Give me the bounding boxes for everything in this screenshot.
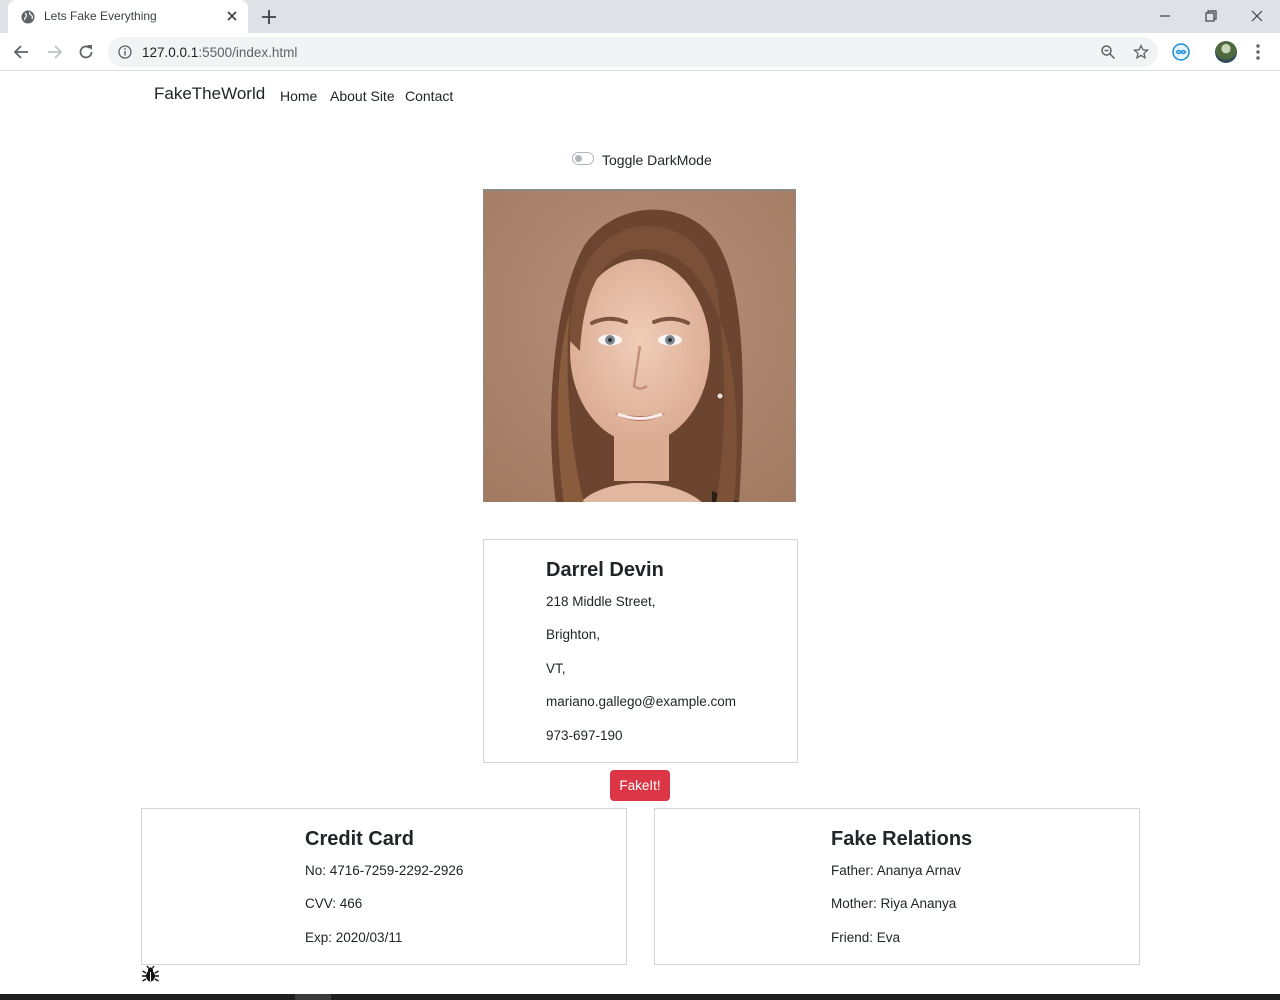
minimize-icon[interactable] <box>1155 6 1175 26</box>
nav-link-about[interactable]: About Site <box>330 88 395 104</box>
profile-street: 218 Middle Street, <box>546 594 656 609</box>
close-window-icon[interactable] <box>1247 6 1267 26</box>
credit-card-number: No: 4716-7259-2292-2926 <box>305 863 464 878</box>
menu-icon[interactable] <box>1248 42 1268 62</box>
browser-toolbar: 127.0.0.1:5500/index.html <box>0 33 1280 71</box>
relation-mother: Mother: Riya Ananya <box>831 896 957 911</box>
url-text: 127.0.0.1:5500/index.html <box>142 45 297 60</box>
tab-title: Lets Fake Everything <box>44 9 157 23</box>
profile-name: Darrel Devin <box>546 559 664 581</box>
profile-phone: 973-697-190 <box>546 728 623 743</box>
switch-knob <box>575 155 582 162</box>
reload-icon[interactable] <box>76 42 96 62</box>
relations-panel: Fake Relations Father: Ananya Arnav Moth… <box>654 808 1140 965</box>
bug-icon[interactable] <box>141 965 160 984</box>
nav-link-home[interactable]: Home <box>280 88 317 104</box>
portrait-image <box>484 191 795 502</box>
url-host: 127.0.0.1 <box>142 45 199 60</box>
fakeit-button[interactable]: FakeIt! <box>610 770 670 801</box>
profile-card: Darrel Devin 218 Middle Street, Brighton… <box>483 539 798 763</box>
close-icon[interactable] <box>225 9 239 23</box>
extension-icon[interactable] <box>1171 42 1191 62</box>
profile-photo <box>483 189 796 502</box>
relations-heading: Fake Relations <box>831 828 973 850</box>
restore-icon[interactable] <box>1201 6 1221 26</box>
profile-avatar[interactable] <box>1215 41 1237 63</box>
plus-icon[interactable] <box>260 8 278 26</box>
back-icon[interactable] <box>12 42 32 62</box>
profile-city: Brighton, <box>546 627 601 642</box>
profile-state: VT, <box>546 661 566 676</box>
zoom-icon[interactable] <box>1100 44 1116 60</box>
credit-card-cvv: CVV: 466 <box>305 896 363 911</box>
forward-icon[interactable] <box>44 42 64 62</box>
star-icon[interactable] <box>1133 44 1149 60</box>
info-icon[interactable] <box>118 45 132 59</box>
bottom-bar-segment <box>295 994 331 1000</box>
brand-logo[interactable]: FakeTheWorld <box>154 84 265 104</box>
tab-strip: Lets Fake Everything <box>0 0 1280 33</box>
globe-icon <box>21 10 35 24</box>
profile-email: mariano.gallego@example.com <box>546 694 737 709</box>
credit-card-exp: Exp: 2020/03/11 <box>305 930 403 945</box>
relation-father: Father: Ananya Arnav <box>831 863 961 878</box>
darkmode-switch[interactable] <box>572 152 594 165</box>
nav-link-contact[interactable]: Contact <box>405 88 453 104</box>
url-path: :5500/index.html <box>198 45 298 60</box>
browser-tab[interactable]: Lets Fake Everything <box>8 0 248 33</box>
credit-card-panel: Credit Card No: 4716-7259-2292-2926 CVV:… <box>141 808 627 965</box>
address-bar[interactable]: 127.0.0.1:5500/index.html <box>108 37 1158 67</box>
bottom-bar <box>0 994 1280 1000</box>
relation-friend: Friend: Eva <box>831 930 901 945</box>
credit-card-heading: Credit Card <box>305 828 414 850</box>
darkmode-label: Toggle DarkMode <box>602 152 712 168</box>
